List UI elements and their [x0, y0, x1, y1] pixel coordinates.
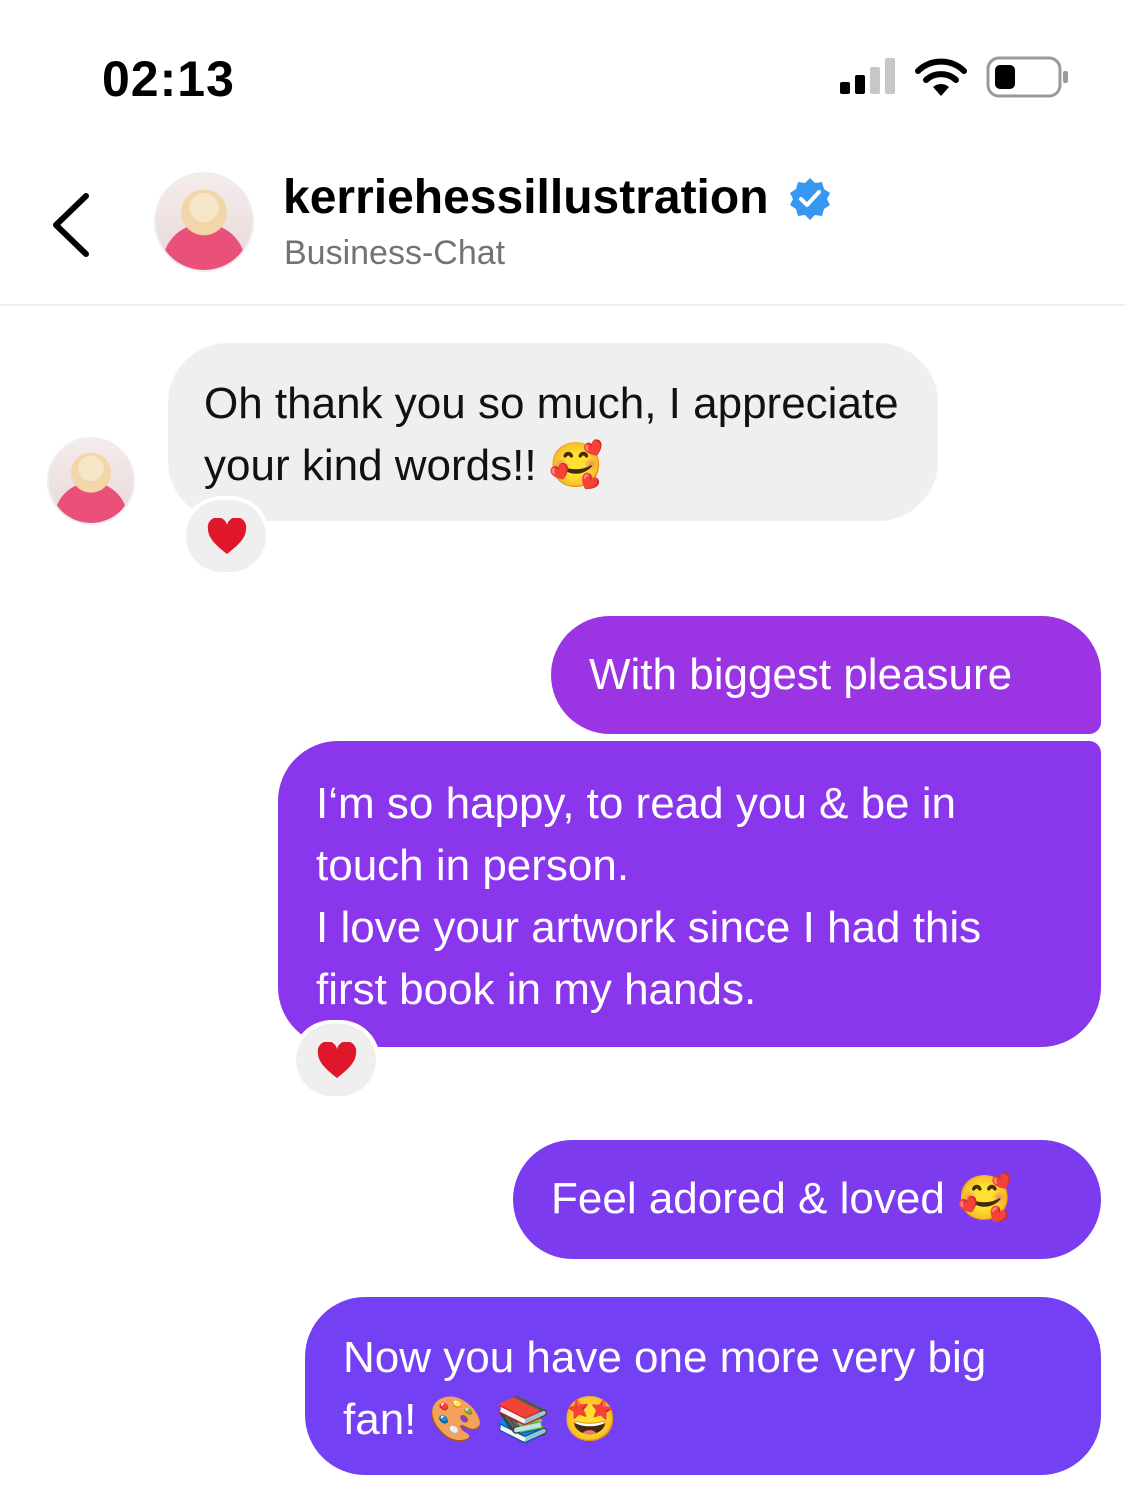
message-text: With biggest pleasure [589, 650, 1013, 699]
message-bubble-outgoing[interactable]: With biggest pleasure [551, 616, 1101, 734]
verified-badge-icon [790, 178, 830, 220]
message-bubble-outgoing[interactable]: Feel adored & loved 🥰 [513, 1140, 1101, 1259]
message-bubble-incoming[interactable]: Oh thank you so much, I appreciate your … [168, 343, 938, 521]
message-text-line: I love your artwork since I had this fir… [316, 903, 982, 1014]
chat-subtitle: Business-Chat [284, 234, 506, 272]
chat-username[interactable]: kerriehessillustration [283, 170, 769, 225]
status-time: 02:13 [102, 51, 235, 107]
sender-avatar[interactable] [47, 437, 135, 525]
avatar[interactable] [154, 172, 254, 272]
wifi-icon [915, 58, 967, 96]
message-text: Feel adored & loved 🥰 [551, 1174, 1012, 1223]
message-text-line: I‘m so happy, to read you & be in touch … [316, 779, 956, 890]
status-bar: 02:13 [0, 0, 1125, 150]
heart-reaction-icon [317, 1042, 357, 1078]
message-bubble-outgoing[interactable]: Now you have one more very big fan! 🎨 📚 … [305, 1297, 1101, 1475]
battery-icon [986, 56, 1068, 98]
heart-reaction-icon [207, 518, 247, 554]
message-bubble-outgoing[interactable]: I‘m so happy, to read you & be in touch … [278, 741, 1101, 1047]
signal-icon [840, 58, 895, 94]
chat-header: kerriehessillustration Business-Chat [0, 150, 1125, 306]
heart-reaction[interactable] [182, 496, 270, 576]
heart-reaction[interactable] [292, 1020, 380, 1100]
message-text: Oh thank you so much, I appreciate your … [204, 379, 899, 490]
message-text: Now you have one more very big fan! 🎨 📚 … [343, 1333, 987, 1444]
back-chevron-icon[interactable] [48, 190, 94, 260]
